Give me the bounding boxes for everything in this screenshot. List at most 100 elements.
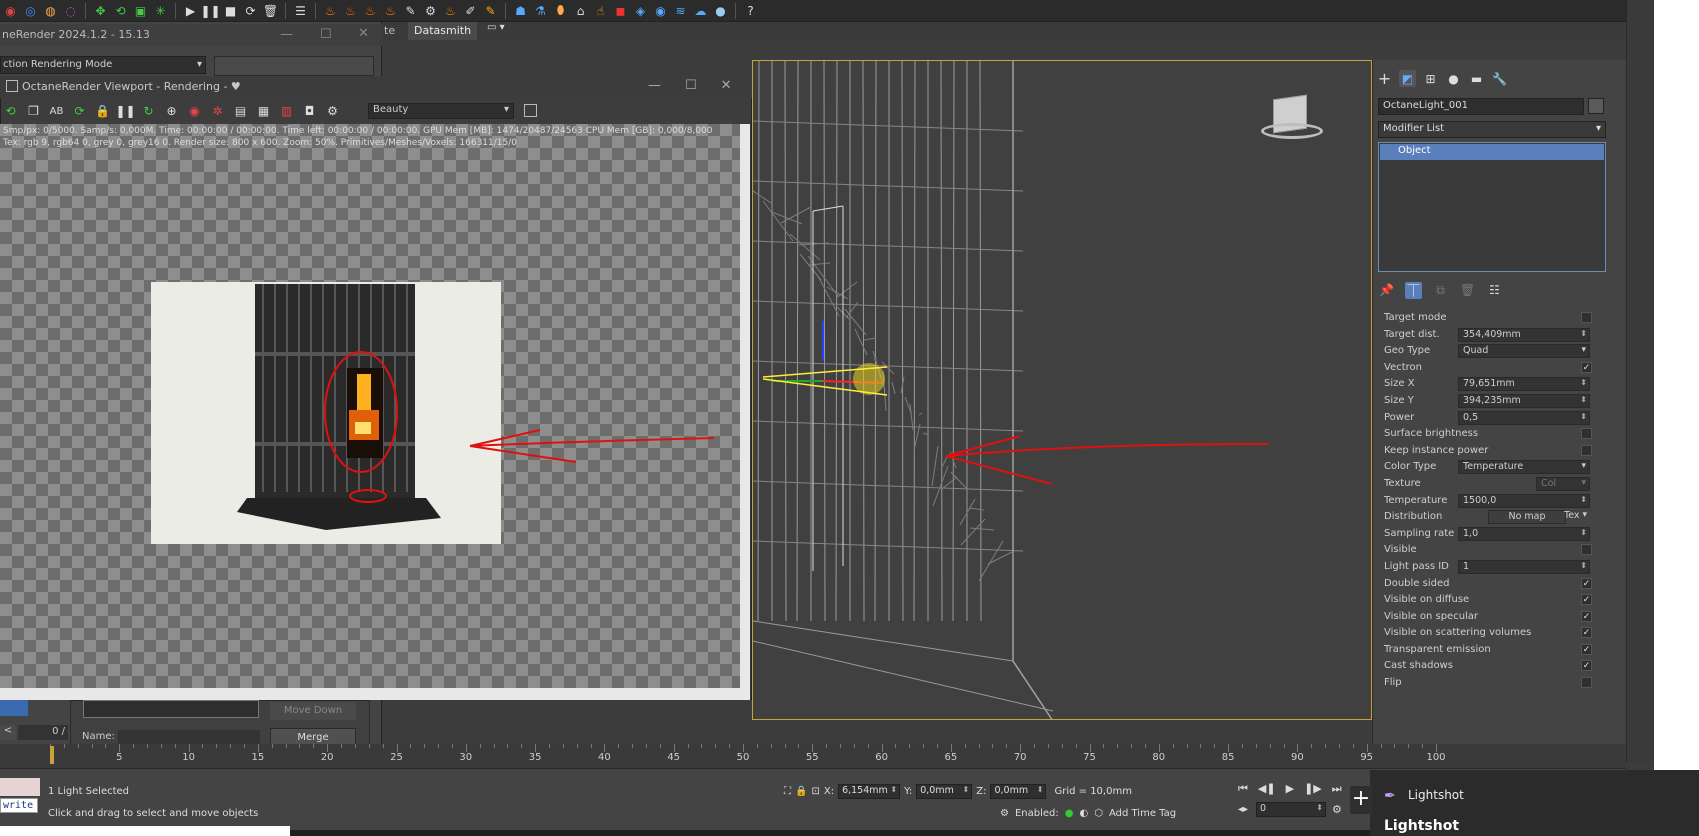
time-slider-thumb[interactable] — [50, 746, 54, 764]
z-label: Z: — [976, 785, 987, 797]
y-label: Y: — [904, 785, 913, 797]
track-tick — [382, 744, 384, 748]
track-tick — [244, 744, 246, 748]
next-frame-icon[interactable]: ❚▶ — [1304, 782, 1322, 796]
track-tick — [1047, 744, 1049, 748]
track-tick — [257, 744, 259, 752]
track-tick — [77, 744, 79, 748]
track-tick — [992, 744, 994, 748]
key-mode-icon[interactable]: ◂▸ — [1238, 804, 1248, 815]
track-tick-label: 95 — [1360, 752, 1374, 763]
track-tick — [216, 744, 218, 748]
track-tick — [230, 744, 232, 748]
track-tick — [562, 744, 564, 748]
lock-selection-icon[interactable]: 🔒 — [795, 786, 807, 797]
track-tick — [937, 744, 939, 748]
track-tick — [160, 744, 162, 748]
add-time-tag[interactable]: Add Time Tag — [1109, 808, 1176, 819]
grid-size: Grid = 10,0mm — [1054, 785, 1132, 797]
screen: ◉ ◎ ◍ ◌ ✥ ⟲ ▣ ✳ ▶ ❚❚ ■ ⟳ 🗑 ☰ ♨ ♨ ♨ ♨ ✎ ⚙… — [0, 0, 1699, 836]
enabled-label: Enabled: — [1014, 807, 1059, 819]
feather-icon: ✒ — [1384, 788, 1396, 804]
track-tick — [590, 744, 592, 748]
move-down-button[interactable]: Move Down — [270, 702, 356, 720]
play-animation-icon[interactable]: ▶ — [1286, 782, 1294, 796]
track-tick — [548, 744, 550, 748]
track-tick — [1241, 744, 1243, 748]
x-coordinate-field[interactable]: 6,154mm — [838, 783, 901, 799]
track-bar-ticks: 5 10 15 20 25 30 35 40 45 50 55 60 65 70 75 80 85 90 95 100 — [50, 740, 1626, 768]
track-tick — [770, 744, 772, 748]
maxscript-mini-listener[interactable]: write — [0, 798, 38, 813]
track-tick — [964, 744, 966, 748]
track-tick — [451, 744, 453, 748]
absolute-mode-icon[interactable]: ⊡ — [811, 786, 819, 797]
track-tick — [354, 744, 356, 748]
track-tick — [147, 744, 149, 748]
track-tick-label: 70 — [1013, 752, 1027, 763]
track-tick — [756, 744, 758, 748]
time-tag-icon[interactable]: ⬡ — [1094, 808, 1103, 819]
y-coordinate-field[interactable]: 0,0mm — [916, 783, 973, 799]
track-tick — [424, 744, 426, 748]
track-tick — [521, 744, 523, 748]
track-tick — [687, 744, 689, 748]
track-tick — [1200, 744, 1202, 748]
track-tick-label: 45 — [667, 752, 681, 763]
z-coordinate-field[interactable]: 0,0mm — [990, 783, 1047, 799]
time-config-icon[interactable]: ⚙ — [1332, 803, 1342, 816]
track-tick — [1103, 744, 1105, 748]
track-tick-label: 55 — [805, 752, 819, 763]
track-tick — [202, 744, 204, 748]
track-tick — [1325, 744, 1327, 748]
lightshot-title: Lightshot — [1384, 818, 1460, 834]
render-vertical-scrollbar[interactable] — [740, 124, 750, 688]
maxscript-listener-swatch[interactable] — [0, 778, 40, 796]
track-tick — [867, 744, 869, 748]
track-tick — [1297, 744, 1299, 752]
track-tick — [659, 744, 661, 748]
time-slider-prev[interactable]: < — [0, 725, 16, 740]
merge-list-field[interactable] — [83, 700, 259, 718]
playback-controls: ⏮ ◀❚ ▶ ❚▶ ⏭ — [1238, 782, 1342, 796]
selection-status: 1 Light Selected — [48, 786, 130, 797]
track-tick — [133, 744, 135, 748]
track-tick — [341, 744, 343, 748]
current-frame-field[interactable]: 0 — [1256, 802, 1326, 817]
isolate-icon[interactable]: ⛶ — [784, 786, 791, 797]
track-tick — [604, 744, 606, 752]
track-tick — [438, 744, 440, 748]
track-tick — [1366, 744, 1368, 752]
add-icon[interactable]: + — [1350, 786, 1372, 814]
taskbar-search[interactable] — [0, 826, 290, 836]
adaptive-degradation-icon[interactable]: ⚙ — [1000, 808, 1009, 819]
track-tick — [1255, 744, 1257, 748]
track-tick — [1380, 744, 1382, 748]
track-tick-label: 90 — [1291, 752, 1304, 763]
track-tick — [313, 744, 315, 748]
track-tick — [923, 744, 925, 748]
track-tick — [1144, 744, 1146, 748]
track-tick — [1020, 744, 1022, 752]
track-tick — [105, 744, 107, 748]
track-tick — [1034, 744, 1036, 748]
track-tick — [1352, 744, 1354, 748]
time-slider-frame[interactable]: 0 / — [18, 725, 68, 740]
previous-frame-icon[interactable]: ◀❚ — [1258, 782, 1276, 796]
track-tick — [840, 744, 842, 748]
track-tick — [507, 744, 509, 748]
track-tick-label: 75 — [1083, 752, 1096, 763]
track-tick-label: 25 — [390, 752, 403, 763]
toggle-icon[interactable]: ◐ — [1079, 808, 1088, 819]
render-horizontal-scrollbar[interactable] — [0, 688, 750, 700]
track-tick — [798, 744, 800, 748]
track-tick — [1089, 744, 1091, 752]
track-tick — [1172, 744, 1174, 748]
track-tick — [271, 744, 273, 748]
track-tick — [410, 744, 412, 748]
track-tick-label: 15 — [251, 752, 265, 763]
track-tick-label: 40 — [598, 752, 611, 763]
go-to-start-icon[interactable]: ⏮ — [1238, 782, 1248, 796]
track-tick-label: 65 — [944, 752, 958, 763]
go-to-end-icon[interactable]: ⏭ — [1332, 782, 1342, 796]
